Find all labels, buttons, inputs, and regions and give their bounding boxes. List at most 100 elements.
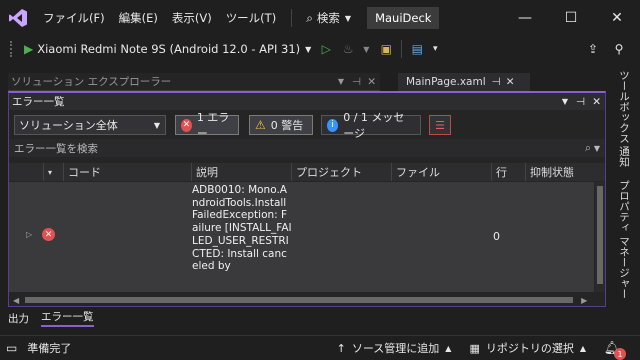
repository-select-button[interactable]: リポジトリの選択 [486, 340, 574, 356]
chevron-down-icon[interactable]: ▼ [562, 97, 568, 106]
pin-icon[interactable]: ⊣ [576, 96, 585, 108]
column-header-suppression[interactable]: 抑制状態 [525, 163, 595, 181]
error-list-header: エラー一覧 ▼ ⊣ ✕ [9, 93, 605, 110]
chevron-down-icon[interactable]: ▼ [357, 40, 375, 58]
pin-icon[interactable]: ⊣ [492, 76, 501, 88]
messages-count-label: 0 / 1 メッセージ [343, 111, 405, 140]
right-side-tabs: ツールボックス 通知 プロパティ マネージャー [612, 70, 638, 310]
search-icon: ⌕ [584, 141, 591, 154]
toolbar-divider [401, 40, 403, 58]
device-manager-icon[interactable]: ▤ [408, 40, 426, 58]
search-icon: ⌕ [306, 10, 313, 25]
filter-bar: ソリューション全体 ▼ ✕ 1 エラー ⚠ 0 警告 i 0 / 1 メッセージ… [9, 111, 605, 140]
error-search-field[interactable]: エラー一覧を検索 ⌕ ▼ [9, 139, 605, 157]
chevron-down-icon: ▼ [344, 13, 352, 23]
status-bar: ▭ 準備完了 ↑ ソース管理に追加 ▲ ▦ リポジトリの選択 ▲ 🔔︎ 1 [0, 335, 640, 360]
error-icon: ✕ [181, 118, 192, 132]
menu-view[interactable]: 表示(V) [165, 10, 219, 26]
search-button[interactable]: ⌕ 検索 ▼ [300, 10, 357, 26]
expand-row-icon[interactable]: ▷ [26, 230, 32, 239]
menu-tools[interactable]: ツール(T) [219, 10, 284, 26]
hot-reload-icon[interactable]: ♨ [339, 40, 357, 58]
project-name-badge: MauiDeck [367, 7, 440, 29]
menu-divider [291, 9, 293, 27]
row-description: ADB0010: Mono.AndroidTools.InstallFailed… [192, 184, 292, 273]
vertical-scrollbar[interactable] [595, 182, 605, 292]
close-icon[interactable]: ✕ [367, 76, 376, 88]
run-target-label: Xiaomi Redmi Note 9S (Android 12.0 - API… [37, 42, 301, 56]
run-target-button[interactable]: ▶ Xiaomi Redmi Note 9S (Android 12.0 - A… [24, 42, 311, 56]
column-header-row: ▾ コード 説明 プロジェクト ファイル 行 抑制状態 [9, 163, 605, 181]
overflow-icon[interactable]: ▾ [426, 40, 444, 58]
vertical-scroll-thumb[interactable] [597, 186, 603, 284]
minimize-button[interactable]: — [502, 0, 548, 36]
chevron-up-icon: ▲ [579, 343, 586, 353]
chevron-down-icon: ▼ [305, 44, 312, 54]
chevron-down-icon: ▼ [593, 143, 600, 153]
admin-icon[interactable]: ⚲ [610, 40, 628, 58]
scope-value: ソリューション全体 [19, 119, 118, 132]
warnings-filter-button[interactable]: ⚠ 0 警告 [249, 115, 313, 135]
close-icon[interactable]: ✕ [506, 76, 515, 88]
arrow-up-icon: ↑ [336, 341, 346, 355]
scroll-right-icon[interactable]: ▶ [581, 296, 587, 305]
solution-explorer-title: ソリューション エクスプローラー [11, 76, 172, 88]
error-search-input[interactable]: エラー一覧を検索 [14, 141, 98, 156]
source-control-button[interactable]: ソース管理に追加 [352, 340, 439, 356]
errors-count-label: 1 エラー [196, 111, 230, 140]
column-header-description[interactable]: 説明 [191, 163, 291, 181]
error-list-panel: エラー一覧 ▼ ⊣ ✕ ソリューション全体 ▼ ✕ 1 エラー ⚠ 0 警告 i… [8, 91, 606, 307]
output-window-icon[interactable]: ▭ [6, 341, 17, 355]
notifications-button[interactable]: 🔔︎ 1 [602, 338, 626, 360]
column-header-file[interactable]: ファイル [391, 163, 491, 181]
notification-count-badge: 1 [614, 348, 626, 360]
error-list-title: エラー一覧 [12, 96, 65, 108]
column-header-expand [9, 163, 43, 181]
scope-dropdown[interactable]: ソリューション全体 ▼ [14, 115, 166, 135]
horizontal-scrollbar[interactable]: ◀ ▶ [9, 294, 605, 306]
document-tab-label: MainPage.xaml [406, 76, 486, 88]
tab-property-manager[interactable]: プロパティ マネージャー [617, 180, 632, 299]
scroll-left-icon[interactable]: ◀ [13, 296, 19, 305]
status-ready: 準備完了 [27, 342, 72, 355]
horizontal-scroll-thumb[interactable] [25, 297, 574, 303]
table-row[interactable]: ▷ ✕ ADB0010: Mono.AndroidTools.InstallFa… [9, 182, 594, 292]
tab-toolbox[interactable]: ツールボックス [617, 70, 632, 144]
minimize-icon: — [518, 10, 532, 26]
start-without-debug-icon[interactable]: ▷ [317, 40, 335, 58]
tab-output[interactable]: 出力 [8, 311, 29, 326]
column-header-line[interactable]: 行 [491, 163, 525, 181]
filter-list-icon: ☰ [435, 118, 445, 132]
chevron-down-icon[interactable]: ▼ [338, 77, 344, 86]
error-icon: ✕ [42, 228, 55, 241]
column-header-code[interactable]: コード [63, 163, 191, 181]
chevron-up-icon: ▲ [445, 343, 452, 353]
share-icon[interactable]: ⇪ [584, 40, 602, 58]
visual-studio-logo-icon [0, 0, 36, 36]
errors-filter-button[interactable]: ✕ 1 エラー [175, 111, 239, 140]
tab-mainpage-xaml[interactable]: MainPage.xaml ⊣ ✕ [398, 73, 530, 91]
column-header-project[interactable]: プロジェクト [291, 163, 391, 181]
title-bar: ファイル(F) 編集(E) 表示(V) ツール(T) ⌕ 検索 ▼ MauiDe… [0, 0, 640, 36]
close-icon: ✕ [611, 10, 623, 26]
tab-error-list[interactable]: エラー一覧 [41, 309, 94, 327]
bottom-tab-strip: 出力 エラー一覧 [0, 309, 640, 327]
browse-folder-icon[interactable]: ▣ [377, 40, 395, 58]
maximize-button[interactable]: ☐ [548, 0, 594, 36]
solution-explorer-header[interactable]: ソリューション エクスプローラー ▼ ⊣ ✕ [8, 73, 380, 91]
chevron-down-icon: ▼ [153, 120, 160, 130]
column-header-sort[interactable]: ▾ [43, 163, 63, 181]
search-label: 検索 [316, 11, 340, 25]
close-icon[interactable]: ✕ [592, 96, 601, 108]
info-icon: i [327, 118, 339, 132]
warning-icon: ⚠ [255, 118, 266, 132]
menu-edit[interactable]: 編集(E) [112, 10, 165, 26]
build-intellisense-filter-button[interactable]: ☰ [429, 115, 451, 135]
messages-filter-button[interactable]: i 0 / 1 メッセージ [321, 111, 421, 140]
tab-notifications[interactable]: 通知 [617, 146, 632, 167]
pin-icon[interactable]: ⊣ [352, 76, 361, 88]
menu-file[interactable]: ファイル(F) [36, 10, 112, 26]
row-line: 0 [493, 230, 500, 243]
maximize-icon: ☐ [564, 10, 578, 26]
close-button[interactable]: ✕ [594, 0, 640, 36]
